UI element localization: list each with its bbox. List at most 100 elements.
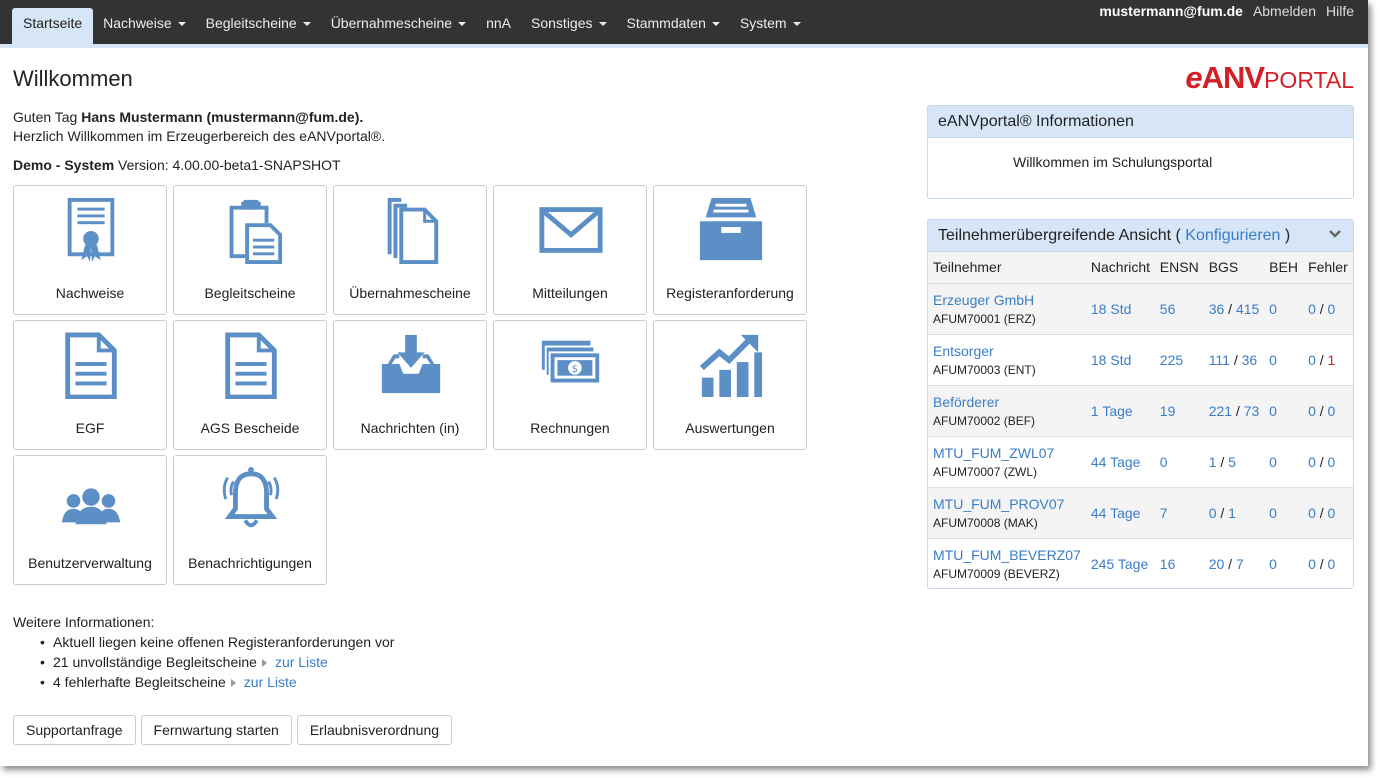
ensn-link[interactable]: 19 bbox=[1160, 403, 1176, 419]
beh-link[interactable]: 0 bbox=[1269, 556, 1277, 572]
top-navbar: Startseite Nachweise Begleitscheine Übernah… bbox=[0, 0, 1368, 48]
message-age-link[interactable]: 44 Tage bbox=[1091, 454, 1141, 470]
tile-label: Nachweise bbox=[55, 285, 125, 301]
bgs-total-link[interactable]: 7 bbox=[1236, 556, 1244, 572]
app-window: Startseite Nachweise Begleitscheine Übernah… bbox=[0, 0, 1368, 766]
tile-egf[interactable]: EGF bbox=[13, 320, 167, 450]
participant-link[interactable]: Beförderer bbox=[933, 394, 1086, 410]
error-b-link[interactable]: 0 bbox=[1328, 505, 1336, 521]
participant-id: AFUM70003 (ENT) bbox=[933, 362, 1036, 377]
chevron-down-icon[interactable] bbox=[1329, 228, 1341, 240]
user-email[interactable]: mustermann@fum.de bbox=[1099, 3, 1243, 19]
to-list-link[interactable]: zur Liste bbox=[275, 654, 328, 670]
participant-link[interactable]: Entsorger bbox=[933, 343, 1086, 359]
tile-label: Begleitscheine bbox=[204, 285, 296, 301]
to-list-link[interactable]: zur Liste bbox=[244, 674, 297, 690]
error-a-link[interactable]: 0 bbox=[1308, 556, 1316, 572]
error-a-link[interactable]: 0 bbox=[1308, 403, 1316, 419]
beh-link[interactable]: 0 bbox=[1269, 454, 1277, 470]
message-age-link[interactable]: 44 Tage bbox=[1091, 505, 1141, 521]
bgs-open-link[interactable]: 1 bbox=[1209, 454, 1217, 470]
tile-benachrichtigungen[interactable]: Benachrichtigungen bbox=[173, 455, 327, 585]
beh-link[interactable]: 0 bbox=[1269, 403, 1277, 419]
bgs-open-link[interactable]: 111 bbox=[1209, 352, 1230, 368]
supportanfrage-button[interactable]: Supportanfrage bbox=[13, 715, 136, 745]
nav-item-stammdaten[interactable]: Stammdaten bbox=[617, 8, 730, 48]
ensn-link[interactable]: 16 bbox=[1160, 556, 1176, 572]
error-b-link[interactable]: 0 bbox=[1328, 301, 1336, 317]
tile-label: Benutzerverwaltung bbox=[28, 555, 152, 571]
participant-panel-title: Teilnehmerübergreifende Ansicht ( Konfig… bbox=[928, 220, 1353, 252]
nav-item-sonstiges[interactable]: Sonstiges bbox=[521, 8, 616, 48]
bgs-total-link[interactable]: 73 bbox=[1244, 403, 1260, 419]
beh-link[interactable]: 0 bbox=[1269, 505, 1277, 521]
tile-label: Benachrichtigungen bbox=[188, 555, 312, 571]
tile-benutzerverwaltung[interactable]: Benutzerverwaltung bbox=[13, 455, 167, 585]
error-a-link[interactable]: 0 bbox=[1308, 454, 1316, 470]
ensn-link[interactable]: 225 bbox=[1160, 352, 1183, 368]
table-row: Entsorger AFUM70003 (ENT) 18 Std 225 111 … bbox=[928, 334, 1353, 385]
tile-ags-bescheide[interactable]: AGS Bescheide bbox=[173, 320, 327, 450]
participant-link[interactable]: MTU_FUM_BEVERZ07 bbox=[933, 547, 1086, 563]
fernwartung-starten-button[interactable]: Fernwartung starten bbox=[140, 715, 292, 745]
tile-nachweise[interactable]: Nachweise bbox=[13, 185, 167, 315]
archive-icon bbox=[699, 197, 763, 261]
ensn-link[interactable]: 7 bbox=[1160, 505, 1168, 521]
bell-icon bbox=[222, 466, 280, 528]
bgs-open-link[interactable]: 20 bbox=[1209, 556, 1225, 572]
nav-item-system[interactable]: System bbox=[730, 8, 811, 48]
configure-link[interactable]: Konfigurieren bbox=[1185, 227, 1280, 244]
participant-link[interactable]: MTU_FUM_ZWL07 bbox=[933, 445, 1086, 461]
ensn-link[interactable]: 56 bbox=[1160, 301, 1176, 317]
beh-link[interactable]: 0 bbox=[1269, 301, 1277, 317]
message-age-link[interactable]: 18 Std bbox=[1091, 352, 1131, 368]
bgs-total-link[interactable]: 1 bbox=[1228, 505, 1236, 521]
error-a-link[interactable]: 0 bbox=[1308, 352, 1316, 368]
tile--bernahmescheine[interactable]: Übernahmescheine bbox=[333, 185, 487, 315]
erlaubnisverordnung-button[interactable]: Erlaubnisverordnung bbox=[296, 715, 453, 745]
bgs-open-link[interactable]: 221 bbox=[1209, 403, 1232, 419]
message-age-link[interactable]: 245 Tage bbox=[1091, 556, 1148, 572]
column-header: Fehler bbox=[1308, 259, 1348, 276]
nav-item-nna[interactable]: nnA bbox=[476, 8, 521, 48]
nav-item-begleitscheine[interactable]: Begleitscheine bbox=[196, 8, 321, 48]
error-b-link[interactable]: 1 bbox=[1328, 352, 1336, 368]
error-b-link[interactable]: 0 bbox=[1328, 556, 1336, 572]
bgs-open-link[interactable]: 0 bbox=[1209, 505, 1217, 521]
users-icon bbox=[61, 488, 121, 525]
message-age-link[interactable]: 1 Tage bbox=[1091, 403, 1133, 419]
error-a-link[interactable]: 0 bbox=[1308, 505, 1316, 521]
error-a-link[interactable]: 0 bbox=[1308, 301, 1316, 317]
error-b-link[interactable]: 0 bbox=[1328, 403, 1336, 419]
bgs-open-link[interactable]: 36 bbox=[1209, 301, 1225, 317]
beh-link[interactable]: 0 bbox=[1269, 352, 1277, 368]
ensn-link[interactable]: 0 bbox=[1160, 454, 1168, 470]
tile-registeranforderung[interactable]: Registeranforderung bbox=[653, 185, 807, 315]
nav-item-nachweise[interactable]: Nachweise bbox=[93, 8, 195, 48]
further-information: Weitere Informationen: Aktuell liegen ke… bbox=[13, 612, 394, 692]
info-panel-title: eANVportal® Informationen bbox=[928, 106, 1353, 138]
tile-mitteilungen[interactable]: Mitteilungen bbox=[493, 185, 647, 315]
arrow-right-icon bbox=[230, 679, 236, 687]
table-row: MTU_FUM_ZWL07 AFUM70007 (ZWL) 44 Tage 0 1… bbox=[928, 436, 1353, 487]
bgs-total-link[interactable]: 5 bbox=[1228, 454, 1236, 470]
tile-label: Rechnungen bbox=[530, 420, 610, 436]
bgs-total-link[interactable]: 415 bbox=[1236, 301, 1259, 317]
tile-nachrichten-in[interactable]: Nachrichten (in) bbox=[333, 320, 487, 450]
arrow-right-icon bbox=[261, 659, 267, 667]
tile-auswertungen[interactable]: Auswertungen bbox=[653, 320, 807, 450]
tile-rechnungen[interactable]: $ Rechnungen bbox=[493, 320, 647, 450]
nav-item--bernahmescheine[interactable]: Übernahmescheine bbox=[321, 8, 476, 48]
error-b-link[interactable]: 0 bbox=[1328, 454, 1336, 470]
help-link[interactable]: Hilfe bbox=[1326, 3, 1354, 19]
participant-table: Teilnehmer Nachricht ENSN BGS BEH Fehler Erze… bbox=[928, 252, 1353, 589]
message-age-link[interactable]: 18 Std bbox=[1091, 301, 1131, 317]
participant-link[interactable]: MTU_FUM_PROV07 bbox=[933, 496, 1086, 512]
tile-begleitscheine[interactable]: Begleitscheine bbox=[173, 185, 327, 315]
page-title: Willkommen bbox=[13, 66, 133, 91]
tile-label: Übernahmescheine bbox=[349, 285, 471, 301]
nav-item-startseite[interactable]: Startseite bbox=[12, 8, 94, 48]
participant-link[interactable]: Erzeuger GmbH bbox=[933, 292, 1086, 308]
logout-link[interactable]: Abmelden bbox=[1253, 3, 1316, 19]
bgs-total-link[interactable]: 36 bbox=[1242, 352, 1258, 368]
